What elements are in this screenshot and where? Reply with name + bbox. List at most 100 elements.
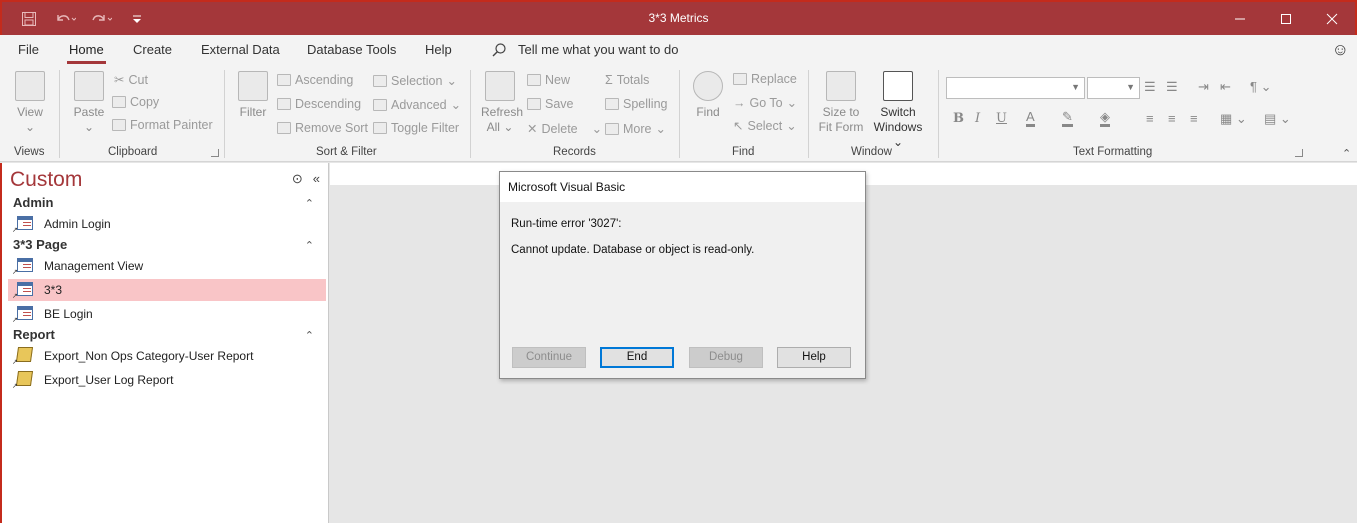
feedback-smiley-icon[interactable]: ☺ (1332, 40, 1349, 60)
report-icon (15, 347, 34, 362)
remove-sort-button[interactable]: Remove Sort (277, 121, 368, 135)
align-center-icon[interactable]: ≡ (1168, 111, 1176, 126)
paragraph-direction-icon[interactable]: ¶ ⌄ (1250, 79, 1272, 95)
align-right-icon[interactable]: ≡ (1190, 111, 1198, 126)
paste-button[interactable]: Paste ⌄ (73, 71, 105, 135)
delete-record-button[interactable]: ✕ Delete ⌄ (527, 121, 602, 137)
advanced-button[interactable]: Advanced ⌄ (373, 97, 461, 112)
highlight-color-icon[interactable]: ✎ (1062, 110, 1073, 127)
nav-group-header[interactable]: 3*3 Page (13, 237, 67, 252)
sigma-icon: Σ (605, 73, 613, 87)
navigation-pane: Custom ⊙ « Admin ⌃ ↗ Admin Login 3*3 Pag… (0, 163, 329, 523)
collapse-ribbon-icon[interactable]: ⌃ (1342, 147, 1351, 160)
more-button[interactable]: More ⌄ (605, 121, 666, 136)
refresh-all-button[interactable]: Refresh All ⌄ (481, 71, 523, 135)
nav-pane-title[interactable]: Custom (10, 168, 82, 192)
collapse-group-icon[interactable]: ⌃ (305, 329, 314, 342)
font-name-combo[interactable]: ▼ (946, 77, 1085, 99)
continue-button[interactable]: Continue (512, 347, 586, 368)
save-record-button[interactable]: Save (527, 97, 574, 111)
font-color-button[interactable]: A (1026, 110, 1035, 127)
spelling-button[interactable]: Spelling (605, 97, 667, 111)
view-button[interactable]: View ⌄ (14, 71, 46, 135)
list-item[interactable]: ↗ Export_User Log Report (8, 369, 326, 391)
list-item[interactable]: ↗ Admin Login (8, 213, 326, 235)
dropdown-arrow-icon: ⌄ (655, 122, 666, 136)
collapse-group-icon[interactable]: ⌃ (305, 197, 314, 210)
clipboard-dialog-launcher-icon[interactable] (211, 149, 219, 157)
shortcut-arrow-icon: ↗ (12, 383, 18, 390)
nav-menu-chevron-icon[interactable]: ⊙ (292, 171, 303, 187)
copy-button[interactable]: Copy (112, 95, 159, 109)
save-label: Save (545, 97, 574, 111)
nav-group-header[interactable]: Report (13, 327, 55, 342)
tab-home[interactable]: Home (67, 42, 106, 64)
align-left-icon[interactable]: ≡ (1146, 111, 1154, 126)
gridlines-icon[interactable]: ▤ ⌄ (1264, 111, 1291, 127)
bold-button[interactable]: B (953, 111, 964, 126)
decrease-indent-icon[interactable]: ⇤ (1220, 79, 1231, 95)
form-icon (17, 282, 33, 296)
find-button[interactable]: Find (692, 71, 724, 120)
list-item[interactable]: ↗ 3*3 (8, 279, 326, 301)
underline-button[interactable]: U (996, 111, 1007, 126)
dropdown-arrow-icon: ⌄ (503, 120, 514, 134)
tab-database-tools[interactable]: Database Tools (307, 42, 396, 57)
select-button[interactable]: ↖ Select ⌄ (733, 118, 797, 134)
numbering-icon[interactable]: ☰ (1166, 79, 1178, 95)
selection-button[interactable]: Selection ⌄ (373, 73, 457, 88)
debug-button[interactable]: Debug (689, 347, 763, 368)
maximize-icon[interactable] (1263, 2, 1309, 35)
clipboard-group-label: Clipboard (108, 146, 158, 158)
shutter-bar-collapse-icon[interactable]: « (313, 171, 320, 187)
tell-me-box[interactable]: Tell me what you want to do (492, 42, 678, 57)
list-item[interactable]: ↗ Export_Non Ops Category-User Report (8, 345, 326, 367)
dialog-title-bar[interactable]: Microsoft Visual Basic (500, 172, 865, 202)
ascending-button[interactable]: Ascending (277, 73, 353, 87)
close-icon[interactable] (1309, 2, 1355, 35)
filter-button[interactable]: Filter (237, 71, 269, 120)
new-record-button[interactable]: New (527, 73, 570, 87)
list-item[interactable]: ↗ Management View (8, 255, 326, 277)
switch-windows-button[interactable]: Switch Windows ⌄ (868, 71, 928, 150)
switch-windows-icon (883, 71, 913, 101)
totals-button[interactable]: Σ Totals (605, 73, 649, 87)
save-record-icon (527, 98, 541, 110)
help-button[interactable]: Help (777, 347, 851, 368)
tab-external-data[interactable]: External Data (201, 42, 280, 57)
separator (938, 70, 939, 158)
collapse-group-icon[interactable]: ⌃ (305, 239, 314, 252)
text-formatting-dialog-launcher-icon[interactable] (1295, 149, 1303, 157)
cursor-icon: ↖ (733, 119, 744, 133)
selection-label: Selection (391, 73, 443, 88)
descending-button[interactable]: Descending (277, 97, 361, 111)
replace-button[interactable]: Replace (733, 72, 797, 86)
go-to-button[interactable]: → Go To ⌄ (733, 95, 797, 111)
tab-create[interactable]: Create (133, 42, 172, 57)
background-image-icon[interactable]: ▦ ⌄ (1220, 111, 1247, 127)
advanced-label: Advanced (391, 97, 447, 112)
end-button[interactable]: End (600, 347, 674, 368)
dropdown-arrow-icon: ⌄ (892, 135, 904, 149)
bullets-icon[interactable]: ☰ (1144, 79, 1156, 95)
format-painter-icon (112, 119, 126, 131)
separator (679, 70, 680, 158)
nav-group-header[interactable]: Admin (13, 195, 53, 210)
tab-help[interactable]: Help (425, 42, 452, 57)
more-label: More (623, 121, 652, 136)
minimize-icon[interactable] (1217, 2, 1263, 35)
replace-label: Replace (751, 72, 797, 86)
font-size-combo[interactable]: ▼ (1087, 77, 1140, 99)
form-icon (17, 258, 33, 272)
size-to-fit-form-button[interactable]: Size to Fit Form (818, 71, 864, 135)
format-painter-button[interactable]: Format Painter (112, 118, 213, 132)
fill-color-icon[interactable]: ◈ (1100, 110, 1110, 127)
cut-button[interactable]: ✂ Cut (114, 72, 148, 88)
toggle-filter-button[interactable]: Toggle Filter (373, 121, 459, 135)
list-item[interactable]: ↗ BE Login (8, 303, 326, 325)
chevron-down-icon: ▼ (1126, 82, 1135, 92)
tab-file[interactable]: File (18, 42, 39, 57)
italic-button[interactable]: I (975, 111, 980, 126)
find-label: Find (696, 105, 720, 119)
increase-indent-icon[interactable]: ⇥ (1198, 79, 1209, 95)
